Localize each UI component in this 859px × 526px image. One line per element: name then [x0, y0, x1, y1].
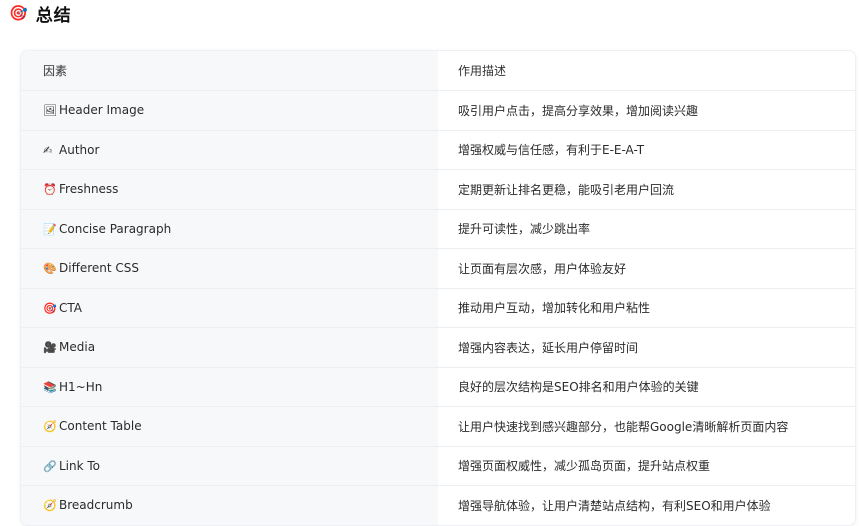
factor-cell: 🎥 Media — [21, 327, 438, 368]
table-row: 🖼 Header Image 吸引用户点击，提高分享效果，增加阅读兴趣 — [21, 90, 855, 131]
factor-label: Different CSS — [59, 261, 140, 276]
target-icon: 🎯 — [43, 301, 57, 315]
page-title: 总结 — [35, 5, 72, 26]
factor-label: Author — [59, 142, 100, 157]
alarm-clock-icon: ⏰ — [43, 183, 57, 197]
table-row: 🧭 Breadcrumb 增强导航体验，让用户清楚站点结构，有利SEO和用户体验 — [21, 485, 855, 525]
table-row: 📝 Concise Paragraph 提升可读性，减少跳出率 — [21, 209, 855, 249]
video-camera-icon: 🎥 — [43, 341, 57, 355]
factor-label: Link To — [59, 458, 101, 473]
factor-cell: 🎨 Different CSS — [21, 248, 438, 289]
compass-icon: 🧭 — [43, 499, 57, 513]
factor-label: Media — [59, 340, 96, 355]
column-header-factor: 因素 — [21, 51, 438, 91]
section-heading: 🎯 总结 — [9, 0, 72, 26]
description-cell: 增强权威与信任感，有利于E-E-A-T — [438, 130, 855, 170]
compass-icon: 🧭 — [43, 420, 57, 434]
table-row: ✍ Author 增强权威与信任感，有利于E-E-A-T — [21, 130, 855, 170]
factor-label: Concise Paragraph — [59, 221, 172, 236]
table-row: 🎯 CTA 推动用户互动，增加转化和用户粘性 — [21, 288, 855, 328]
factor-cell: ✍ Author — [21, 130, 438, 170]
description-cell: 增强页面权威性，减少孤岛页面，提升站点权重 — [438, 446, 855, 486]
table-row: 📚 H1~Hn 良好的层次结构是SEO排名和用户体验的关键 — [21, 367, 855, 407]
description-cell: 让用户快速找到感兴趣部分，也能帮Google清晰解析页面内容 — [438, 406, 855, 447]
table-row: 🔗 Link To 增强页面权威性，减少孤岛页面，提升站点权重 — [21, 446, 855, 486]
picture-icon: 🖼 — [43, 104, 57, 118]
factor-cell: ⏰ Freshness — [21, 169, 438, 210]
factor-label: H1~Hn — [59, 379, 103, 394]
link-icon: 🔗 — [43, 459, 57, 473]
table-row: 🎥 Media 增强内容表达，延长用户停留时间 — [21, 327, 855, 368]
description-cell: 增强导航体验，让用户清楚站点结构，有利SEO和用户体验 — [438, 485, 855, 525]
description-cell: 良好的层次结构是SEO排名和用户体验的关键 — [438, 367, 855, 407]
description-cell: 提升可读性，减少跳出率 — [438, 209, 855, 249]
factor-cell: 🔗 Link To — [21, 446, 438, 486]
factor-cell: 🧭 Breadcrumb — [21, 485, 438, 525]
factor-cell: 📝 Concise Paragraph — [21, 209, 438, 249]
factor-cell: 🎯 CTA — [21, 288, 438, 328]
target-icon: 🎯 — [9, 3, 28, 22]
factor-cell: 🖼 Header Image — [21, 90, 438, 131]
memo-icon: 📝 — [43, 222, 57, 236]
table-row: 🎨 Different CSS 让页面有层次感，用户体验友好 — [21, 248, 855, 289]
description-cell: 推动用户互动，增加转化和用户粘性 — [438, 288, 855, 328]
writing-hand-icon: ✍ — [43, 143, 53, 157]
factor-label: Header Image — [59, 103, 145, 118]
description-cell: 定期更新让排名更稳，能吸引老用户回流 — [438, 169, 855, 210]
table-header-row: 因素 作用描述 — [21, 51, 855, 91]
description-cell: 增强内容表达，延长用户停留时间 — [438, 327, 855, 368]
table-row: ⏰ Freshness 定期更新让排名更稳，能吸引老用户回流 — [21, 169, 855, 210]
factor-label: Content Table — [59, 419, 142, 434]
factor-label: CTA — [59, 300, 82, 315]
factor-label: Breadcrumb — [59, 498, 133, 513]
books-icon: 📚 — [43, 380, 57, 394]
factor-cell: 🧭 Content Table — [21, 406, 438, 447]
table-row: 🧭 Content Table 让用户快速找到感兴趣部分，也能帮Google清晰解… — [21, 406, 855, 447]
factor-cell: 📚 H1~Hn — [21, 367, 438, 407]
summary-table: 因素 作用描述 🖼 Header Image 吸引用户点击，提高分享效果，增加阅读… — [20, 50, 856, 526]
factor-label: Freshness — [59, 182, 119, 197]
palette-icon: 🎨 — [43, 262, 57, 276]
description-cell: 让页面有层次感，用户体验友好 — [438, 248, 855, 289]
description-cell: 吸引用户点击，提高分享效果，增加阅读兴趣 — [438, 90, 855, 131]
column-header-description: 作用描述 — [438, 51, 855, 91]
